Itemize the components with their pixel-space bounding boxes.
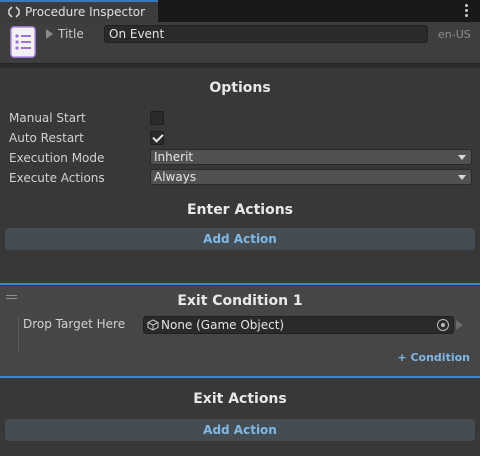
- execute-actions-dropdown[interactable]: Always: [150, 169, 472, 185]
- execution-mode-label: Execution Mode: [9, 151, 105, 165]
- dropdown-arrow-icon: [458, 175, 466, 180]
- exit-add-action-button[interactable]: Add Action: [5, 419, 475, 441]
- exit-condition-top-border: [0, 283, 480, 285]
- game-object-icon: [147, 319, 159, 331]
- dropdown-arrow-icon: [458, 155, 466, 160]
- drop-target-object-field[interactable]: None (Game Object): [143, 316, 454, 334]
- tab-procedure-inspector[interactable]: Procedure Inspector: [0, 0, 158, 22]
- auto-restart-checkbox[interactable]: [150, 131, 164, 145]
- enter-add-action-button[interactable]: Add Action: [5, 228, 475, 250]
- manual-start-checkbox[interactable]: [150, 111, 164, 125]
- auto-restart-label: Auto Restart: [9, 131, 84, 145]
- expand-arrow-icon[interactable]: [456, 320, 463, 330]
- manual-start-label: Manual Start: [9, 111, 86, 125]
- title-input[interactable]: On Event: [104, 25, 428, 43]
- procedure-document-icon: [10, 26, 36, 58]
- header-divider: [0, 64, 480, 68]
- title-label: Title: [58, 27, 84, 41]
- execute-actions-label: Execute Actions: [9, 171, 105, 185]
- title-foldout[interactable]: Title: [46, 26, 84, 42]
- drop-target-value: None (Game Object): [161, 318, 285, 332]
- exit-condition-bottom-border: [0, 376, 480, 378]
- drop-target-label: Drop Target Here: [23, 317, 126, 331]
- enter-actions-heading: Enter Actions: [186, 202, 294, 218]
- locale-label: en-US: [438, 28, 471, 41]
- tab-label: Procedure Inspector: [25, 5, 146, 19]
- inspector-tab-icon: [8, 6, 20, 18]
- more-options-icon[interactable]: [465, 4, 469, 18]
- inspector-header: Title On Event en-US: [0, 22, 480, 64]
- exit-condition-heading: Exit Condition 1: [177, 293, 303, 309]
- tab-bar: Procedure Inspector: [0, 0, 480, 22]
- execution-mode-value: Inherit: [154, 150, 194, 164]
- foldout-arrow-icon: [46, 29, 53, 39]
- options-heading: Options: [209, 80, 271, 96]
- execution-mode-dropdown[interactable]: Inherit: [150, 149, 472, 165]
- object-picker-icon[interactable]: [437, 319, 449, 331]
- execute-actions-value: Always: [154, 170, 197, 184]
- add-condition-button[interactable]: + Condition: [397, 351, 470, 364]
- exit-actions-heading: Exit Actions: [193, 391, 287, 407]
